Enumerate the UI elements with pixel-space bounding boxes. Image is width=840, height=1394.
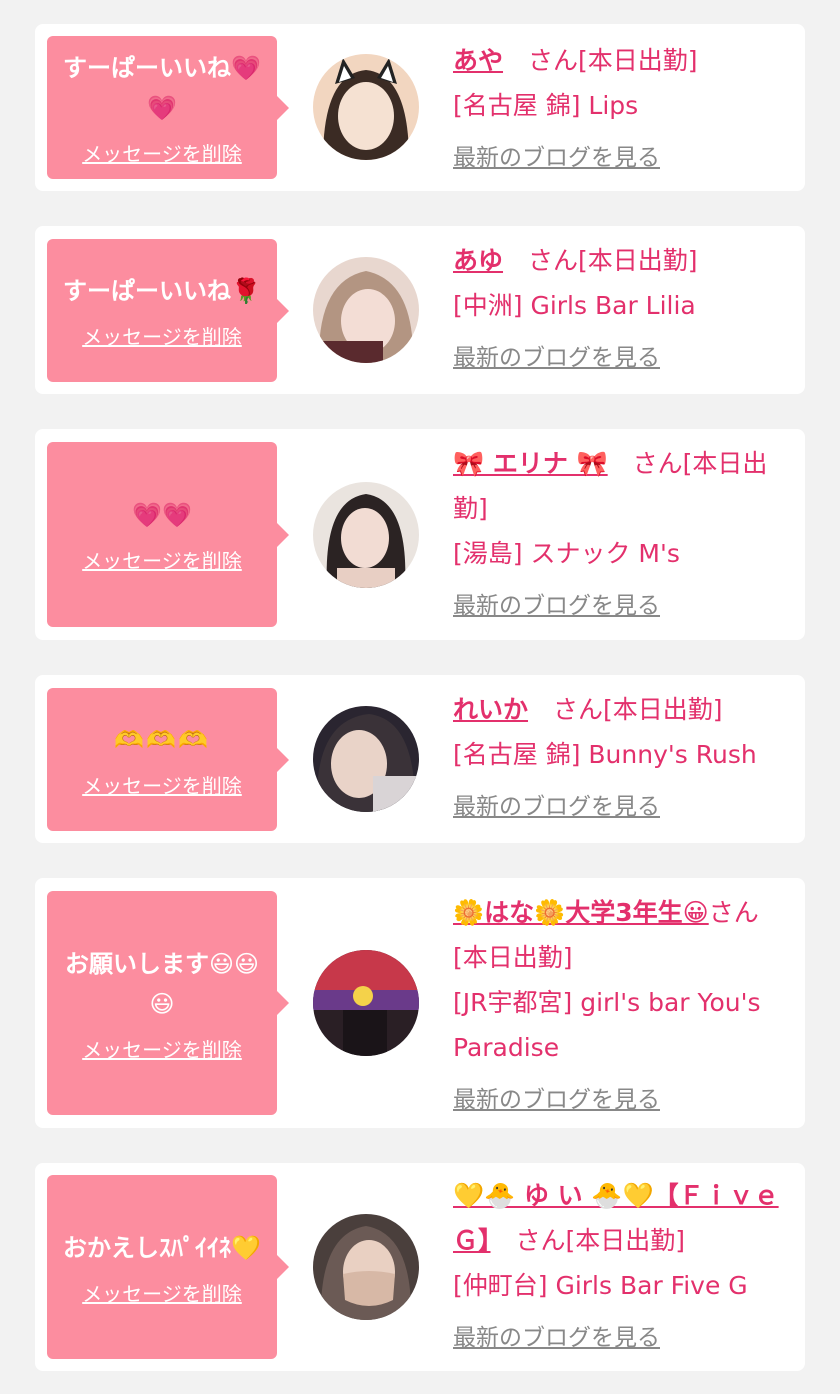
message-card: すーぱーいいね💗💗 メッセージを削除 あや さん[本日出勤] [名古屋 錦] L…: [35, 24, 805, 191]
store-name: [JR宇都宮] girl's bar You's Paradise: [453, 988, 761, 1062]
profile-name-link[interactable]: あゆ: [453, 246, 503, 275]
profile-info: れいか さん[本日出勤] [名古屋 錦] Bunny's Rush 最新のブログ…: [453, 687, 793, 830]
message-bubble: 💗💗 メッセージを削除: [47, 442, 289, 627]
avatar[interactable]: [313, 482, 419, 588]
profile-name-link[interactable]: 🌼はな🌼大学3年生😀: [453, 898, 709, 927]
message-bubble: すーぱーいいね💗💗 メッセージを削除: [47, 36, 289, 179]
message-card: おかえしｽﾊﾟｲｲﾈ💛 メッセージを削除 💛🐣 ゆ い 🐣💛【Ｆｉｖｅ Ｇ】 さ…: [35, 1163, 805, 1371]
delete-message-link[interactable]: メッセージを削除: [82, 321, 242, 350]
message-text: 🫶🫶🫶: [114, 726, 210, 754]
work-status: さん[本日出勤]: [503, 246, 698, 275]
latest-blog-link[interactable]: 最新のブログを見る: [453, 785, 793, 830]
message-text: すーぱーいいね🌹: [63, 277, 261, 305]
avatar[interactable]: [313, 54, 419, 160]
message-text: すーぱーいいね💗💗: [63, 54, 261, 122]
work-status: さん[本日出勤]: [503, 46, 698, 75]
work-status: さん[本日出勤]: [528, 695, 723, 724]
message-bubble: お願いします😃😃😃 メッセージを削除: [47, 891, 289, 1115]
latest-blog-link[interactable]: 最新のブログを見る: [453, 1316, 793, 1361]
latest-blog-link[interactable]: 最新のブログを見る: [453, 336, 793, 381]
delete-message-link[interactable]: メッセージを削除: [82, 1034, 242, 1063]
profile-info: 💛🐣 ゆ い 🐣💛【Ｆｉｖｅ Ｇ】 さん[本日出勤] [仲町台] Girls B…: [453, 1173, 793, 1361]
message-text: 💗💗: [132, 501, 192, 529]
message-bubble: 🫶🫶🫶 メッセージを削除: [47, 688, 289, 831]
profile-name-link[interactable]: れいか: [453, 695, 528, 724]
store-name: [名古屋 錦] Bunny's Rush: [453, 740, 757, 769]
latest-blog-link[interactable]: 最新のブログを見る: [453, 1078, 793, 1123]
latest-blog-link[interactable]: 最新のブログを見る: [453, 584, 793, 629]
profile-info: 🎀 エリナ 🎀 さん[本日出勤] [湯島] スナック M's 最新のブログを見る: [453, 441, 793, 629]
avatar[interactable]: [313, 1214, 419, 1320]
store-name: [仲町台] Girls Bar Five G: [453, 1271, 748, 1300]
store-name: [名古屋 錦] Lips: [453, 91, 639, 120]
store-name: [中洲] Girls Bar Lilia: [453, 291, 696, 320]
delete-message-link[interactable]: メッセージを削除: [82, 545, 242, 574]
avatar[interactable]: [313, 706, 419, 812]
work-status: さん[本日出勤]: [490, 1226, 686, 1255]
avatar[interactable]: [313, 257, 419, 363]
message-bubble: おかえしｽﾊﾟｲｲﾈ💛 メッセージを削除: [47, 1175, 289, 1359]
message-text: おかえしｽﾊﾟｲｲﾈ💛: [63, 1233, 261, 1262]
delete-message-link[interactable]: メッセージを削除: [82, 138, 242, 167]
profile-name-link[interactable]: 🎀 エリナ 🎀: [453, 449, 608, 478]
store-name: [湯島] スナック M's: [453, 539, 680, 568]
profile-info: あや さん[本日出勤] [名古屋 錦] Lips 最新のブログを見る: [453, 38, 793, 181]
message-card: すーぱーいいね🌹 メッセージを削除 あゆ さん[本日出勤] [中洲] Girls…: [35, 226, 805, 394]
profile-info: あゆ さん[本日出勤] [中洲] Girls Bar Lilia 最新のブログを…: [453, 238, 793, 381]
message-list: すーぱーいいね💗💗 メッセージを削除 あや さん[本日出勤] [名古屋 錦] L…: [0, 0, 840, 1394]
profile-info: 🌼はな🌼大学3年生😀さん[本日出勤] [JR宇都宮] girl's bar Yo…: [453, 890, 793, 1123]
message-card: 💗💗 メッセージを削除 🎀 エリナ 🎀 さん[本日出勤] [湯島] スナック M…: [35, 429, 805, 640]
profile-name-link[interactable]: あや: [453, 46, 503, 75]
avatar[interactable]: [313, 950, 419, 1056]
message-text: お願いします😃😃😃: [64, 949, 260, 1018]
message-bubble: すーぱーいいね🌹 メッセージを削除: [47, 239, 289, 382]
delete-message-link[interactable]: メッセージを削除: [82, 1278, 242, 1307]
message-card: お願いします😃😃😃 メッセージを削除 🌼はな🌼大学3年生😀さん[本日出勤] [J…: [35, 878, 805, 1128]
latest-blog-link[interactable]: 最新のブログを見る: [453, 136, 793, 181]
message-card: 🫶🫶🫶 メッセージを削除 れいか さん[本日出勤] [名古屋 錦] Bunny'…: [35, 675, 805, 843]
delete-message-link[interactable]: メッセージを削除: [82, 770, 242, 799]
